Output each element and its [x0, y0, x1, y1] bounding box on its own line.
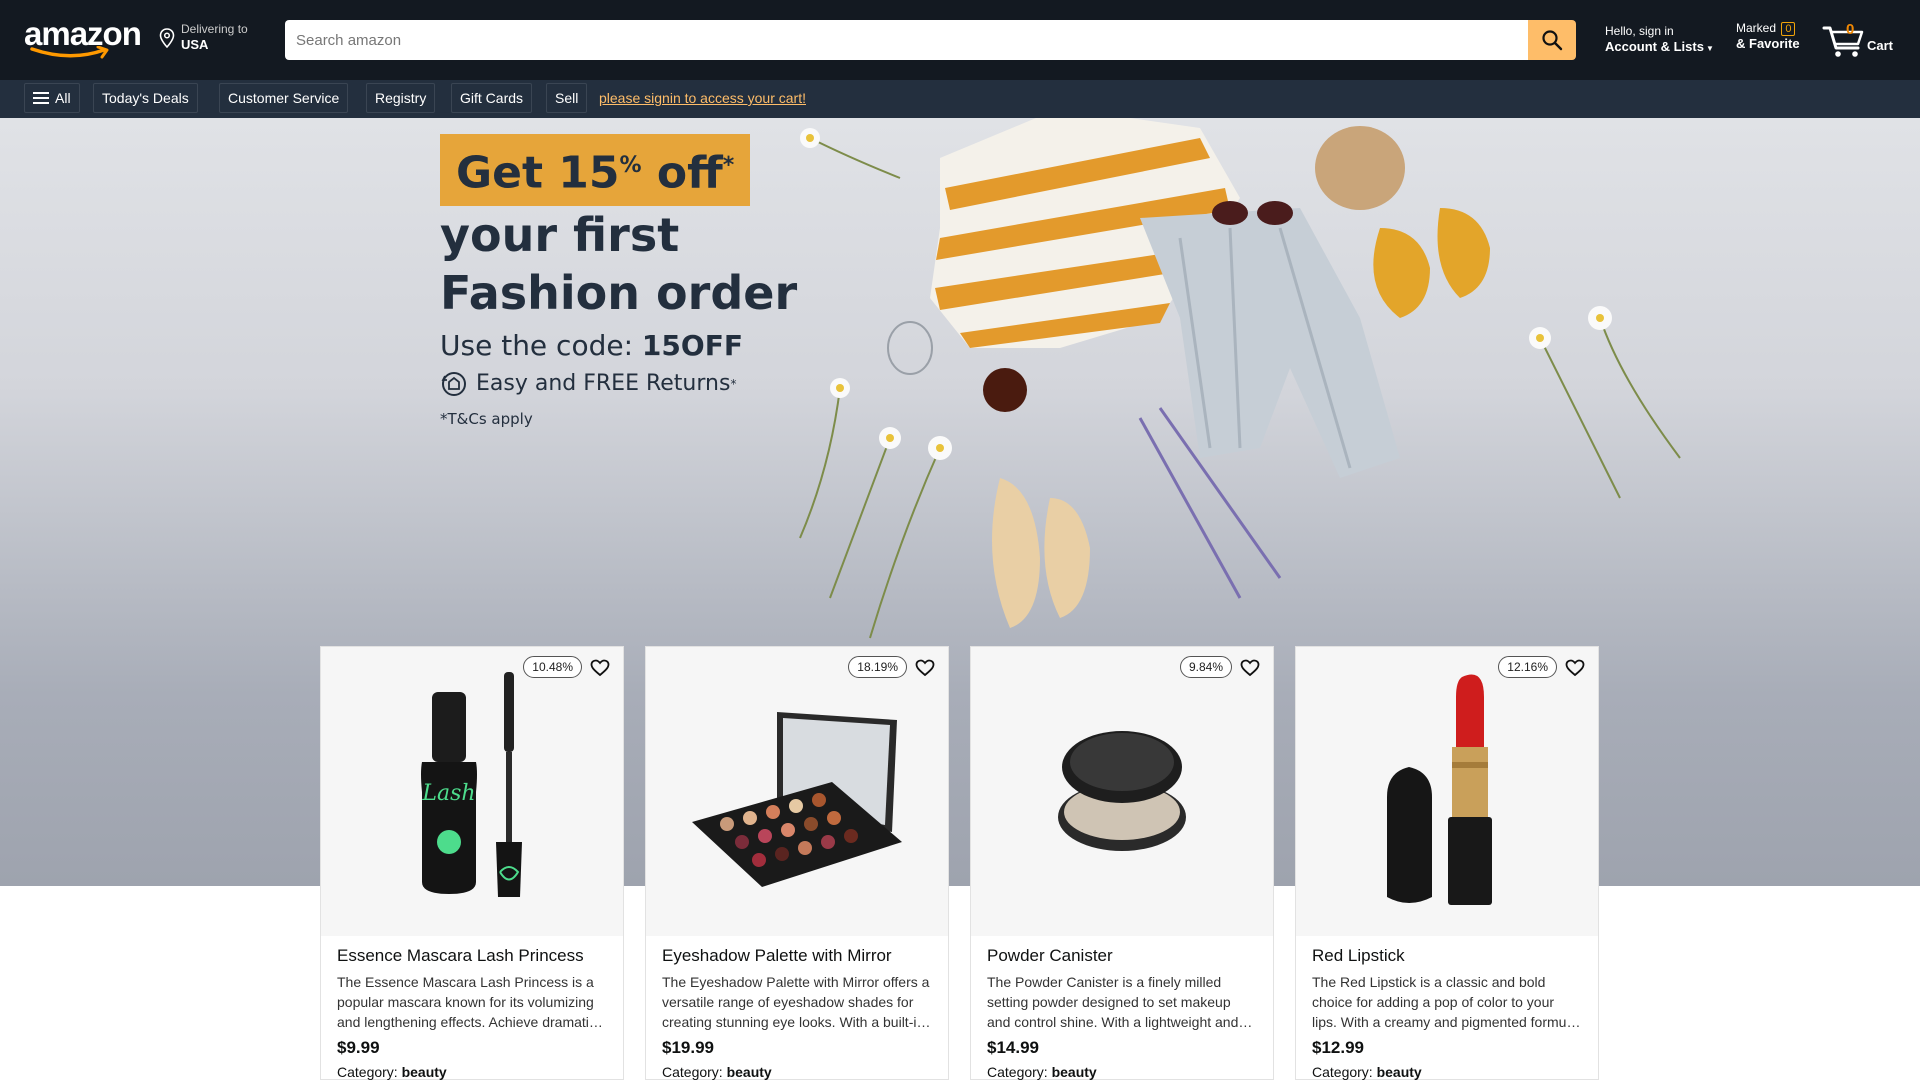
chevron-down-icon: ▼: [1705, 44, 1714, 53]
svg-text:Lash: Lash: [421, 781, 475, 806]
discount-badge: 12.16%: [1498, 656, 1557, 678]
heart-icon[interactable]: [1565, 659, 1585, 677]
product-title[interactable]: Essence Mascara Lash Princess: [337, 946, 607, 966]
all-menu-button[interactable]: All: [24, 83, 80, 113]
logo-smile-icon: [30, 46, 109, 59]
product-title[interactable]: Eyeshadow Palette with Mirror: [662, 946, 932, 966]
marked-count-badge: 0: [1781, 22, 1796, 36]
powder-canister-product-image: [1058, 730, 1186, 851]
nav-sell[interactable]: Sell: [546, 83, 588, 113]
product-price: $14.99: [987, 1038, 1039, 1057]
marked-favorites[interactable]: Marked 0 & Favorite: [1736, 21, 1800, 52]
heart-icon[interactable]: [590, 659, 610, 677]
account-menu[interactable]: Hello, sign in Account & Lists ▼: [1605, 24, 1714, 57]
nav-registry[interactable]: Registry: [366, 83, 436, 113]
search-input[interactable]: [285, 20, 1528, 60]
product-category: Category: beauty: [337, 1064, 447, 1080]
account-greeting: Hello, sign in: [1605, 24, 1674, 38]
secondary-nav: All Today's Deals Customer Service Regis…: [0, 80, 1920, 118]
product-card[interactable]: 9.84% Powder Canister The Powder Caniste…: [970, 646, 1274, 1080]
eyeshadow-palette-product-image: [692, 711, 902, 887]
top-header: amazon Delivering to USA Hello, sign in …: [0, 0, 1920, 80]
discount-badge: 10.48%: [523, 656, 582, 678]
returns-icon: [441, 371, 466, 396]
product-category: Category: beauty: [662, 1064, 772, 1080]
product-image-area[interactable]: 10.48% Lash: [321, 647, 623, 936]
nav-customer-service[interactable]: Customer Service: [219, 83, 349, 113]
amazon-logo[interactable]: amazon: [24, 16, 142, 60]
cart-icon: [1822, 26, 1864, 57]
location-pin-icon: [159, 27, 175, 48]
cart-label: Cart: [1867, 38, 1894, 53]
delivery-location[interactable]: Delivering to USA: [159, 22, 248, 53]
search-icon: [1542, 30, 1563, 51]
nav-gift-cards[interactable]: Gift Cards: [451, 83, 533, 113]
heart-icon[interactable]: [915, 659, 935, 677]
product-description: The Red Lipstick is a classic and bold c…: [1312, 974, 1582, 1030]
marked-label: Marked: [1736, 21, 1777, 35]
product-card[interactable]: 12.16% Red Lipstick The Red Lipstick is …: [1295, 646, 1599, 1080]
product-image-area[interactable]: 12.16%: [1296, 647, 1598, 936]
signin-cart-link[interactable]: please signin to access your cart!: [599, 90, 806, 106]
product-description: The Essence Mascara Lash Princess is a p…: [337, 974, 596, 1030]
all-menu-label: All: [55, 90, 71, 106]
cart-count: 0: [1846, 21, 1855, 38]
product-category: Category: beauty: [987, 1064, 1097, 1080]
product-description: The Powder Canister is a finely milled s…: [987, 974, 1239, 1030]
product-price: $19.99: [662, 1038, 714, 1057]
product-price: $12.99: [1312, 1038, 1364, 1057]
product-title[interactable]: Red Lipstick: [1312, 946, 1582, 966]
product-grid: 10.48% Lash Essence Mascara Lash Princes…: [320, 646, 1600, 1080]
favorite-label: & Favorite: [1736, 36, 1800, 51]
product-category: Category: beauty: [1312, 1064, 1422, 1080]
product-description: The Eyeshadow Palette with Mirror offers…: [662, 974, 930, 1030]
search-button[interactable]: [1528, 20, 1576, 60]
fashion-flatlay-image: [799, 118, 1681, 639]
product-image-area[interactable]: 9.84%: [971, 647, 1273, 936]
deliver-label: Delivering to: [181, 22, 248, 36]
product-card[interactable]: 10.48% Lash Essence Mascara Lash Princes…: [320, 646, 624, 1080]
hamburger-icon: [33, 92, 49, 104]
mascara-product-image: Lash: [421, 671, 522, 897]
account-label: Account & Lists: [1605, 39, 1704, 54]
deliver-location: USA: [181, 37, 209, 52]
product-price: $9.99: [337, 1038, 380, 1057]
product-title[interactable]: Powder Canister: [987, 946, 1257, 966]
heart-icon[interactable]: [1240, 659, 1260, 677]
search-bar: [285, 20, 1576, 60]
product-image-area[interactable]: 18.19%: [646, 647, 948, 936]
product-card[interactable]: 18.19% Eyeshadow Palette with Mirror The…: [645, 646, 949, 1080]
lipstick-product-image: [1387, 674, 1492, 905]
discount-badge: 18.19%: [848, 656, 907, 678]
nav-todays-deals[interactable]: Today's Deals: [93, 83, 198, 113]
discount-badge: 9.84%: [1179, 656, 1232, 678]
cart-button[interactable]: 0 Cart: [1822, 20, 1902, 60]
